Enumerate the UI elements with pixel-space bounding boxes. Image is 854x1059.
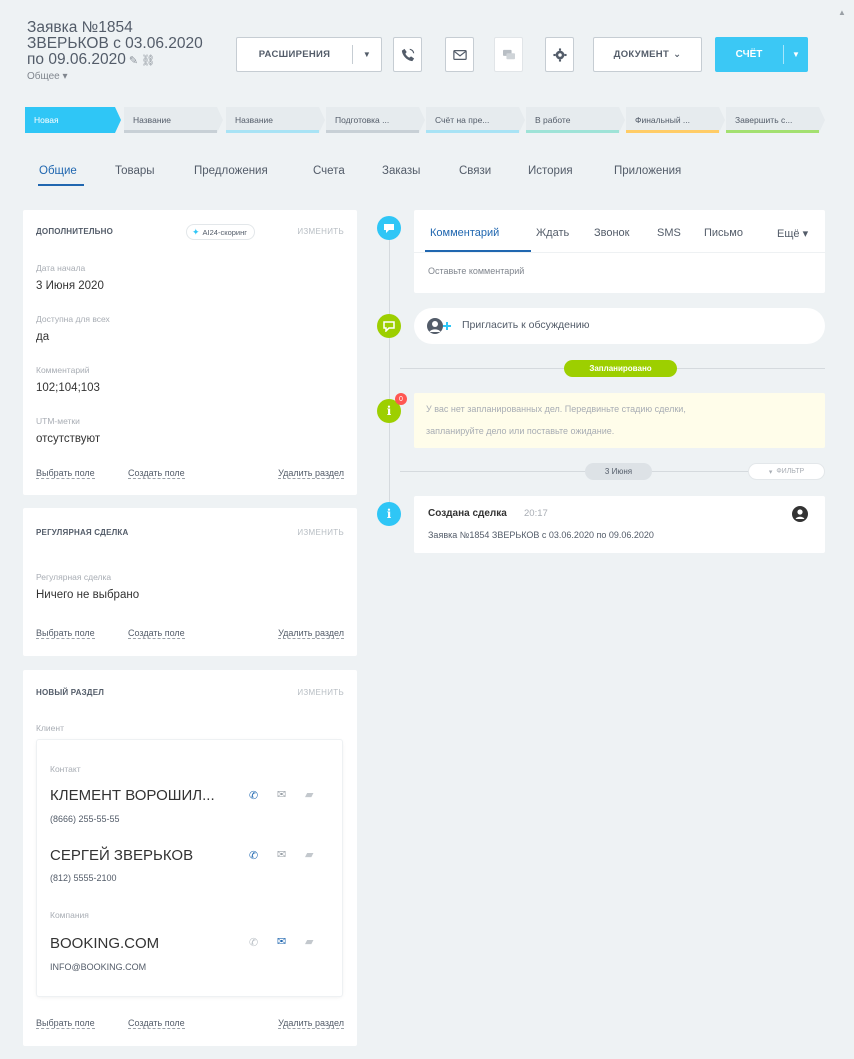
select-field-link[interactable]: Выбрать поле bbox=[36, 1018, 95, 1029]
contact-phone[interactable]: (8666) 255-55-55 bbox=[50, 814, 120, 824]
extensions-button[interactable]: РАСШИРЕНИЯ ▼ bbox=[236, 37, 382, 72]
deal-title-block: Заявка №1854 ЗВЕРЬКОВ с 03.06.2020 по 09… bbox=[27, 19, 227, 83]
stage-3[interactable]: Название bbox=[226, 107, 325, 133]
tab-apps[interactable]: Приложения bbox=[614, 165, 681, 177]
notification-badge: 0 bbox=[395, 393, 407, 405]
filter-icon: ▾ bbox=[768, 468, 773, 476]
chat-bubble-icon bbox=[377, 314, 401, 338]
document-button[interactable]: ДОКУМЕНТ ⌄ bbox=[593, 37, 702, 72]
tab-offers[interactable]: Предложения bbox=[194, 165, 268, 177]
chevron-down-icon[interactable]: ▼ bbox=[784, 50, 808, 59]
filter-button[interactable]: ▾ ФИЛЬТР bbox=[748, 463, 825, 480]
user-avatar-icon[interactable] bbox=[792, 506, 808, 522]
delete-section-link[interactable]: Удалить раздел bbox=[278, 468, 344, 479]
envelope-icon bbox=[452, 49, 467, 60]
chevron-down-icon[interactable]: ▼ bbox=[353, 50, 381, 59]
comment-input[interactable]: Оставьте комментарий bbox=[428, 266, 524, 276]
activity-composer: Комментарий Ждать Звонок SMS Письмо Ещё … bbox=[414, 210, 825, 293]
tab-general[interactable]: Общие bbox=[39, 165, 77, 177]
field-comment: 102;104;103 bbox=[36, 382, 100, 394]
contact-name[interactable]: КЛЕМЕНТ ВОРОШИЛ... bbox=[50, 787, 215, 804]
chat-icon[interactable]: ▰ bbox=[305, 788, 313, 801]
ai-scoring-badge[interactable]: ✦ AI24-скоринг bbox=[186, 224, 255, 240]
call-button[interactable] bbox=[393, 37, 422, 72]
composer-tab-more[interactable]: Ещё ▾ bbox=[777, 227, 808, 240]
stage-6[interactable]: В работе bbox=[526, 107, 625, 133]
tab-orders[interactable]: Заказы bbox=[382, 165, 420, 177]
invoice-button[interactable]: СЧЁТ ▼ bbox=[715, 37, 808, 72]
phone-icon bbox=[401, 48, 414, 61]
company-email[interactable]: INFO@BOOKING.COM bbox=[50, 962, 146, 972]
tab-invoices[interactable]: Счета bbox=[313, 165, 345, 177]
edit-link[interactable]: ИЗМЕНИТЬ bbox=[297, 688, 344, 697]
email-button[interactable] bbox=[445, 37, 474, 72]
stage-new[interactable]: Новая bbox=[25, 107, 121, 133]
contact-name[interactable]: СЕРГЕЙ ЗВЕРЬКОВ bbox=[50, 847, 193, 864]
chat-icon[interactable]: ▰ bbox=[305, 848, 313, 861]
contact-phone[interactable]: (812) 5555-2100 bbox=[50, 873, 117, 883]
stage-7[interactable]: Финальный ... bbox=[626, 107, 725, 133]
chevron-down-icon: ⌄ bbox=[673, 49, 682, 60]
create-field-link[interactable]: Создать поле bbox=[128, 1018, 185, 1029]
chat-icon bbox=[502, 49, 515, 59]
chat-icon[interactable]: ▰ bbox=[305, 935, 313, 948]
panel-new-section: НОВЫЙ РАЗДЕЛ ИЗМЕНИТЬ Клиент Контакт КЛЕ… bbox=[23, 670, 357, 1046]
field-start-date: 3 Июня 2020 bbox=[36, 280, 104, 292]
gear-icon bbox=[552, 47, 567, 62]
date-label: 3 Июня bbox=[585, 463, 652, 480]
sparkle-icon: ✦ bbox=[192, 226, 200, 237]
edit-link[interactable]: ИЗМЕНИТЬ bbox=[297, 528, 344, 537]
select-field-link[interactable]: Выбрать поле bbox=[36, 468, 95, 479]
comment-icon bbox=[377, 216, 401, 240]
stage-2[interactable]: Название bbox=[124, 107, 223, 133]
create-field-link[interactable]: Создать поле bbox=[128, 468, 185, 479]
field-utm: отсутствуют bbox=[36, 433, 101, 445]
company-name[interactable]: BOOKING.COM bbox=[50, 935, 159, 952]
panel-additional: ДОПОЛНИТЕЛЬНО ✦ AI24-скоринг ИЗМЕНИТЬ Дат… bbox=[23, 210, 357, 495]
timeline-line bbox=[389, 228, 390, 518]
tab-history[interactable]: История bbox=[528, 165, 573, 177]
stage-8[interactable]: Завершить с... bbox=[726, 107, 825, 133]
stage-5[interactable]: Счёт на пре... bbox=[426, 107, 525, 133]
edit-link[interactable]: ИЗМЕНИТЬ bbox=[297, 227, 344, 236]
section-selector[interactable]: Общее ▾ bbox=[27, 71, 227, 82]
delete-section-link[interactable]: Удалить раздел bbox=[278, 1018, 344, 1029]
planned-label: Запланировано bbox=[564, 360, 677, 377]
composer-tab-call[interactable]: Звонок bbox=[594, 227, 630, 239]
deal-title: Заявка №1854 ЗВЕРЬКОВ с 03.06.2020 по 09… bbox=[27, 19, 203, 68]
deal-created-event: Создана сделка 20:17 Заявка №1854 ЗВЕРЬК… bbox=[414, 496, 825, 553]
settings-button[interactable] bbox=[545, 37, 574, 72]
field-available: да bbox=[36, 331, 50, 343]
phone-icon[interactable]: ✆ bbox=[249, 789, 258, 802]
tab-products[interactable]: Товары bbox=[115, 165, 155, 177]
empty-schedule-notice: У вас нет запланированных дел. Передвинь… bbox=[414, 393, 825, 448]
envelope-icon[interactable]: ✉ bbox=[277, 935, 286, 948]
phone-icon[interactable]: ✆ bbox=[249, 936, 258, 949]
tab-links[interactable]: Связи bbox=[459, 165, 491, 177]
stage-4[interactable]: Подготовка ... bbox=[326, 107, 425, 133]
chat-button[interactable] bbox=[494, 37, 523, 72]
envelope-icon[interactable]: ✉ bbox=[277, 848, 286, 861]
field-regular-deal: Ничего не выбрано bbox=[36, 589, 140, 601]
select-field-link[interactable]: Выбрать поле bbox=[36, 628, 95, 639]
invite-to-discussion[interactable]: Пригласить к обсуждению bbox=[414, 308, 825, 344]
composer-tab-sms[interactable]: SMS bbox=[657, 227, 681, 239]
phone-icon[interactable]: ✆ bbox=[249, 849, 258, 862]
add-user-icon bbox=[427, 318, 451, 334]
panel-regular-deal: РЕГУЛЯРНАЯ СДЕЛКА ИЗМЕНИТЬ Регулярная сд… bbox=[23, 508, 357, 656]
info-icon: i bbox=[377, 502, 401, 526]
composer-tab-wait[interactable]: Ждать bbox=[536, 227, 569, 239]
client-card: Контакт КЛЕМЕНТ ВОРОШИЛ... (8666) 255-55… bbox=[37, 740, 342, 996]
composer-tab-comment[interactable]: Комментарий bbox=[430, 227, 499, 239]
composer-tab-email[interactable]: Письмо bbox=[704, 227, 743, 239]
delete-section-link[interactable]: Удалить раздел bbox=[278, 628, 344, 639]
edit-pencil-icon[interactable]: ✎ ⛓ bbox=[129, 55, 155, 67]
create-field-link[interactable]: Создать поле bbox=[128, 628, 185, 639]
collapse-caret-icon[interactable]: ▲ bbox=[838, 8, 846, 17]
envelope-icon[interactable]: ✉ bbox=[277, 788, 286, 801]
